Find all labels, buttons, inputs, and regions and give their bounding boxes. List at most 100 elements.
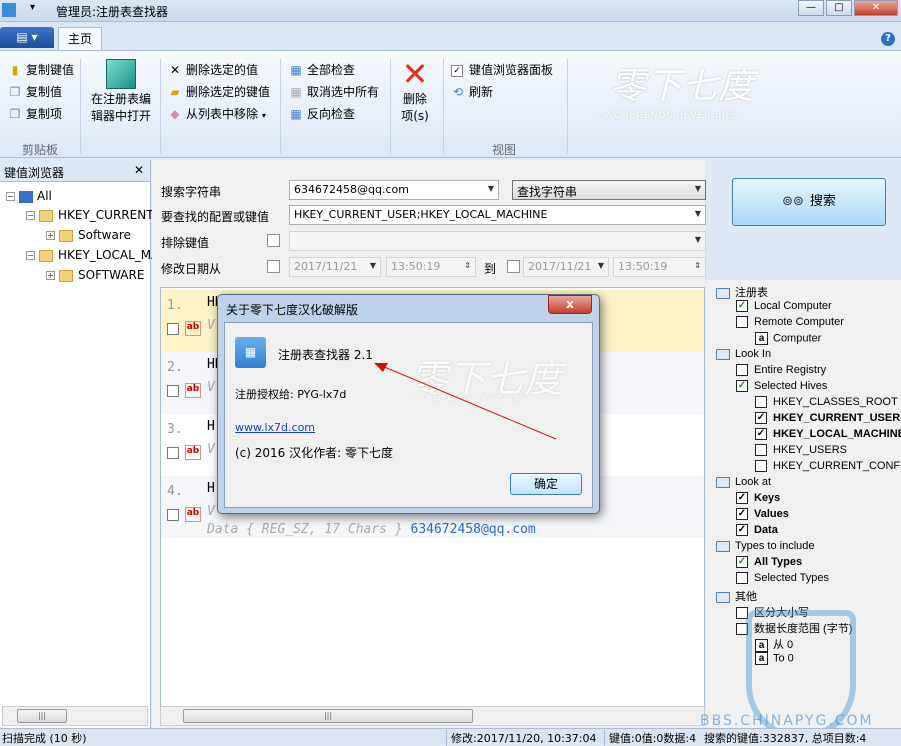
refresh-button[interactable]: ⟲ 刷新 bbox=[451, 83, 493, 100]
copy-key-button[interactable]: ▮ 复制键值 bbox=[8, 61, 74, 78]
local-computer-checkbox[interactable]: ✓ Local Computer bbox=[736, 300, 832, 313]
search-string-value: 634672458@qq.com bbox=[294, 183, 409, 196]
close-button[interactable]: ✕ bbox=[854, 0, 898, 16]
delete-selected-value-button[interactable]: ✕ 删除选定的值 bbox=[168, 61, 258, 78]
scrollbar-thumb[interactable]: ||| bbox=[183, 709, 473, 723]
search-button[interactable]: ⊚⊚ 搜索 bbox=[732, 178, 886, 226]
copy-icon: ❐ bbox=[9, 107, 21, 121]
hive-hkcc-checkbox[interactable]: HKEY_CURRENT_CONFIG bbox=[755, 460, 901, 473]
refresh-icon: ⟲ bbox=[452, 85, 464, 99]
tab-row bbox=[0, 22, 901, 50]
uncheck-all-button[interactable]: ▦ 取消选中所有 bbox=[289, 83, 379, 100]
website-link[interactable]: www.lx7d.com bbox=[235, 421, 315, 434]
minimize-button[interactable]: — bbox=[798, 0, 824, 16]
status-scan-complete: 扫描完成 (10 秒) bbox=[2, 732, 87, 745]
row-data-value: 634672458@qq.com bbox=[410, 522, 536, 537]
selected-hives-checkbox[interactable]: ✓ Selected Hives bbox=[736, 380, 827, 393]
option-label: Computer bbox=[773, 332, 822, 345]
date-from-picker[interactable]: 2017/11/21 ▼ bbox=[289, 257, 381, 277]
search-button-label: 搜索 bbox=[809, 194, 836, 209]
dropdown-arrow-icon: ▼ bbox=[694, 235, 701, 244]
app-icon bbox=[2, 3, 16, 17]
tree-label: Software bbox=[78, 228, 131, 242]
date-to-picker[interactable]: 2017/11/21 ▼ bbox=[523, 257, 609, 277]
file-menu-button[interactable]: ▤ ▾ bbox=[0, 27, 54, 48]
section-title: Types to include bbox=[735, 540, 815, 552]
panel-title: 键值浏览器 bbox=[4, 166, 65, 180]
check-all-button[interactable]: ▦ 全部检查 bbox=[289, 61, 355, 78]
section-title: Look In bbox=[735, 348, 772, 360]
delete-selected-key-button[interactable]: ▰ 删除选定的键值 bbox=[168, 83, 270, 100]
hive-hkcu-checkbox[interactable]: ✓ HKEY_CURRENT_USER bbox=[755, 412, 900, 425]
row-checkbox[interactable] bbox=[167, 385, 179, 397]
open-in-regedit-label: 在注册表编 辑器中打开 bbox=[90, 92, 151, 123]
results-horizontal-scrollbar[interactable]: ||| bbox=[160, 706, 705, 726]
exclude-checkbox[interactable] bbox=[267, 234, 280, 247]
remove-from-list-button[interactable]: ◆ 从列表中移除 ▾ bbox=[168, 105, 265, 122]
search-string-input[interactable]: 634672458@qq.com ▼ bbox=[289, 180, 499, 200]
copy-value-button[interactable]: ❐ 复制值 bbox=[8, 83, 62, 100]
entire-registry-checkbox[interactable]: Entire Registry bbox=[736, 364, 826, 377]
date-to-value: 2017/11/21 bbox=[528, 260, 592, 273]
date-to-checkbox[interactable] bbox=[507, 260, 520, 273]
time-from-spinner[interactable]: 13:50:19 ⇕ bbox=[386, 257, 476, 277]
key-browser-panel-label: 键值浏览器面板 bbox=[469, 63, 554, 77]
all-types-checkbox[interactable]: ✓ All Types bbox=[736, 556, 802, 569]
tree-node-software-hklm[interactable]: + SOFTWARE bbox=[46, 268, 144, 282]
site-watermark: BBS.CHINAPYG.COM bbox=[700, 713, 874, 729]
date-from-checkbox[interactable] bbox=[267, 260, 280, 273]
section-title: 注册表 bbox=[735, 287, 768, 299]
tree-node-all[interactable]: − All bbox=[6, 189, 52, 203]
row-checkbox[interactable] bbox=[167, 447, 179, 459]
exclude-label: 排除键值 bbox=[161, 236, 210, 250]
option-label: Data bbox=[754, 524, 778, 536]
dialog-close-button[interactable]: x bbox=[548, 295, 592, 314]
remote-computer-checkbox[interactable]: Remote Computer bbox=[736, 316, 844, 329]
keys-checkbox[interactable]: ✓ Keys bbox=[736, 492, 780, 505]
open-in-regedit-button[interactable]: 在注册表编 辑器中打开 bbox=[88, 59, 154, 125]
folder-icon bbox=[59, 229, 73, 242]
section-title: 其他 bbox=[735, 591, 757, 603]
check-all-label: 全部检查 bbox=[307, 63, 356, 77]
dropdown-arrow-icon: ▼ bbox=[487, 184, 494, 193]
hive-hku-checkbox[interactable]: HKEY_USERS bbox=[755, 444, 847, 457]
app-logo-icon: ▦ bbox=[235, 337, 266, 368]
selected-types-checkbox[interactable]: Selected Types bbox=[736, 572, 829, 585]
row-checkbox[interactable] bbox=[167, 509, 179, 521]
hive-hklm-checkbox[interactable]: ✓ HKEY_LOCAL_MACHINE bbox=[755, 428, 901, 441]
hive-hkcr-checkbox[interactable]: HKEY_CLASSES_ROOT bbox=[755, 396, 898, 409]
logo-tagline: -7℃ lEGENDS nEVER diE! bbox=[600, 111, 737, 121]
keys-input[interactable]: HKEY_CURRENT_USER;HKEY_LOCAL_MACHINE ▼ bbox=[289, 205, 706, 225]
data-checkbox[interactable]: ✓ Data bbox=[736, 524, 778, 537]
tree-node-software[interactable]: + Software bbox=[46, 228, 131, 242]
copy-item-button[interactable]: ❐ 复制项 bbox=[8, 105, 62, 122]
row-checkbox[interactable] bbox=[167, 323, 179, 335]
values-checkbox[interactable]: ✓ Values bbox=[736, 508, 789, 521]
exclude-input[interactable]: ▼ bbox=[289, 231, 706, 251]
logo-watermark: 零下七度 -7℃ lEGENDS nEVER diE! bbox=[600, 57, 770, 137]
divider bbox=[443, 59, 444, 154]
key-browser-panel-toggle[interactable]: ✓ 键值浏览器面板 bbox=[451, 61, 553, 78]
expand-icon: + bbox=[46, 271, 55, 280]
string-value-icon: ab bbox=[185, 383, 201, 398]
delete-items-button[interactable]: ✕ 删除 项(s) bbox=[396, 57, 434, 125]
checkbox-unchecked-icon bbox=[755, 460, 767, 473]
invert-check-button[interactable]: ▦ 反向检查 bbox=[289, 105, 355, 122]
ok-button[interactable]: 确定 bbox=[510, 473, 582, 495]
quick-access-dropdown[interactable]: ▾ bbox=[30, 2, 35, 13]
search-mode-select[interactable]: 查找字符串 ▼ bbox=[512, 180, 706, 200]
left-horizontal-scrollbar[interactable]: ||| bbox=[2, 706, 148, 726]
maximize-button[interactable]: □ bbox=[826, 0, 852, 16]
scrollbar-thumb[interactable]: ||| bbox=[17, 709, 67, 723]
row-number: 4. bbox=[167, 484, 183, 499]
computer-field[interactable]: a Computer bbox=[755, 332, 821, 345]
expand-icon: + bbox=[46, 231, 55, 240]
eraser-icon: ◆ bbox=[170, 107, 180, 121]
help-icon[interactable]: ? bbox=[881, 32, 895, 46]
time-to-spinner[interactable]: 13:50:19 ⇕ bbox=[613, 257, 706, 277]
window-title: 管理员:注册表查找器 bbox=[56, 5, 169, 19]
tab-home[interactable]: 主页 bbox=[58, 27, 102, 51]
keys-label: 要查找的配置或键值 bbox=[161, 210, 270, 224]
edit-icon bbox=[716, 591, 730, 603]
panel-close-button[interactable]: ✕ bbox=[134, 163, 144, 177]
